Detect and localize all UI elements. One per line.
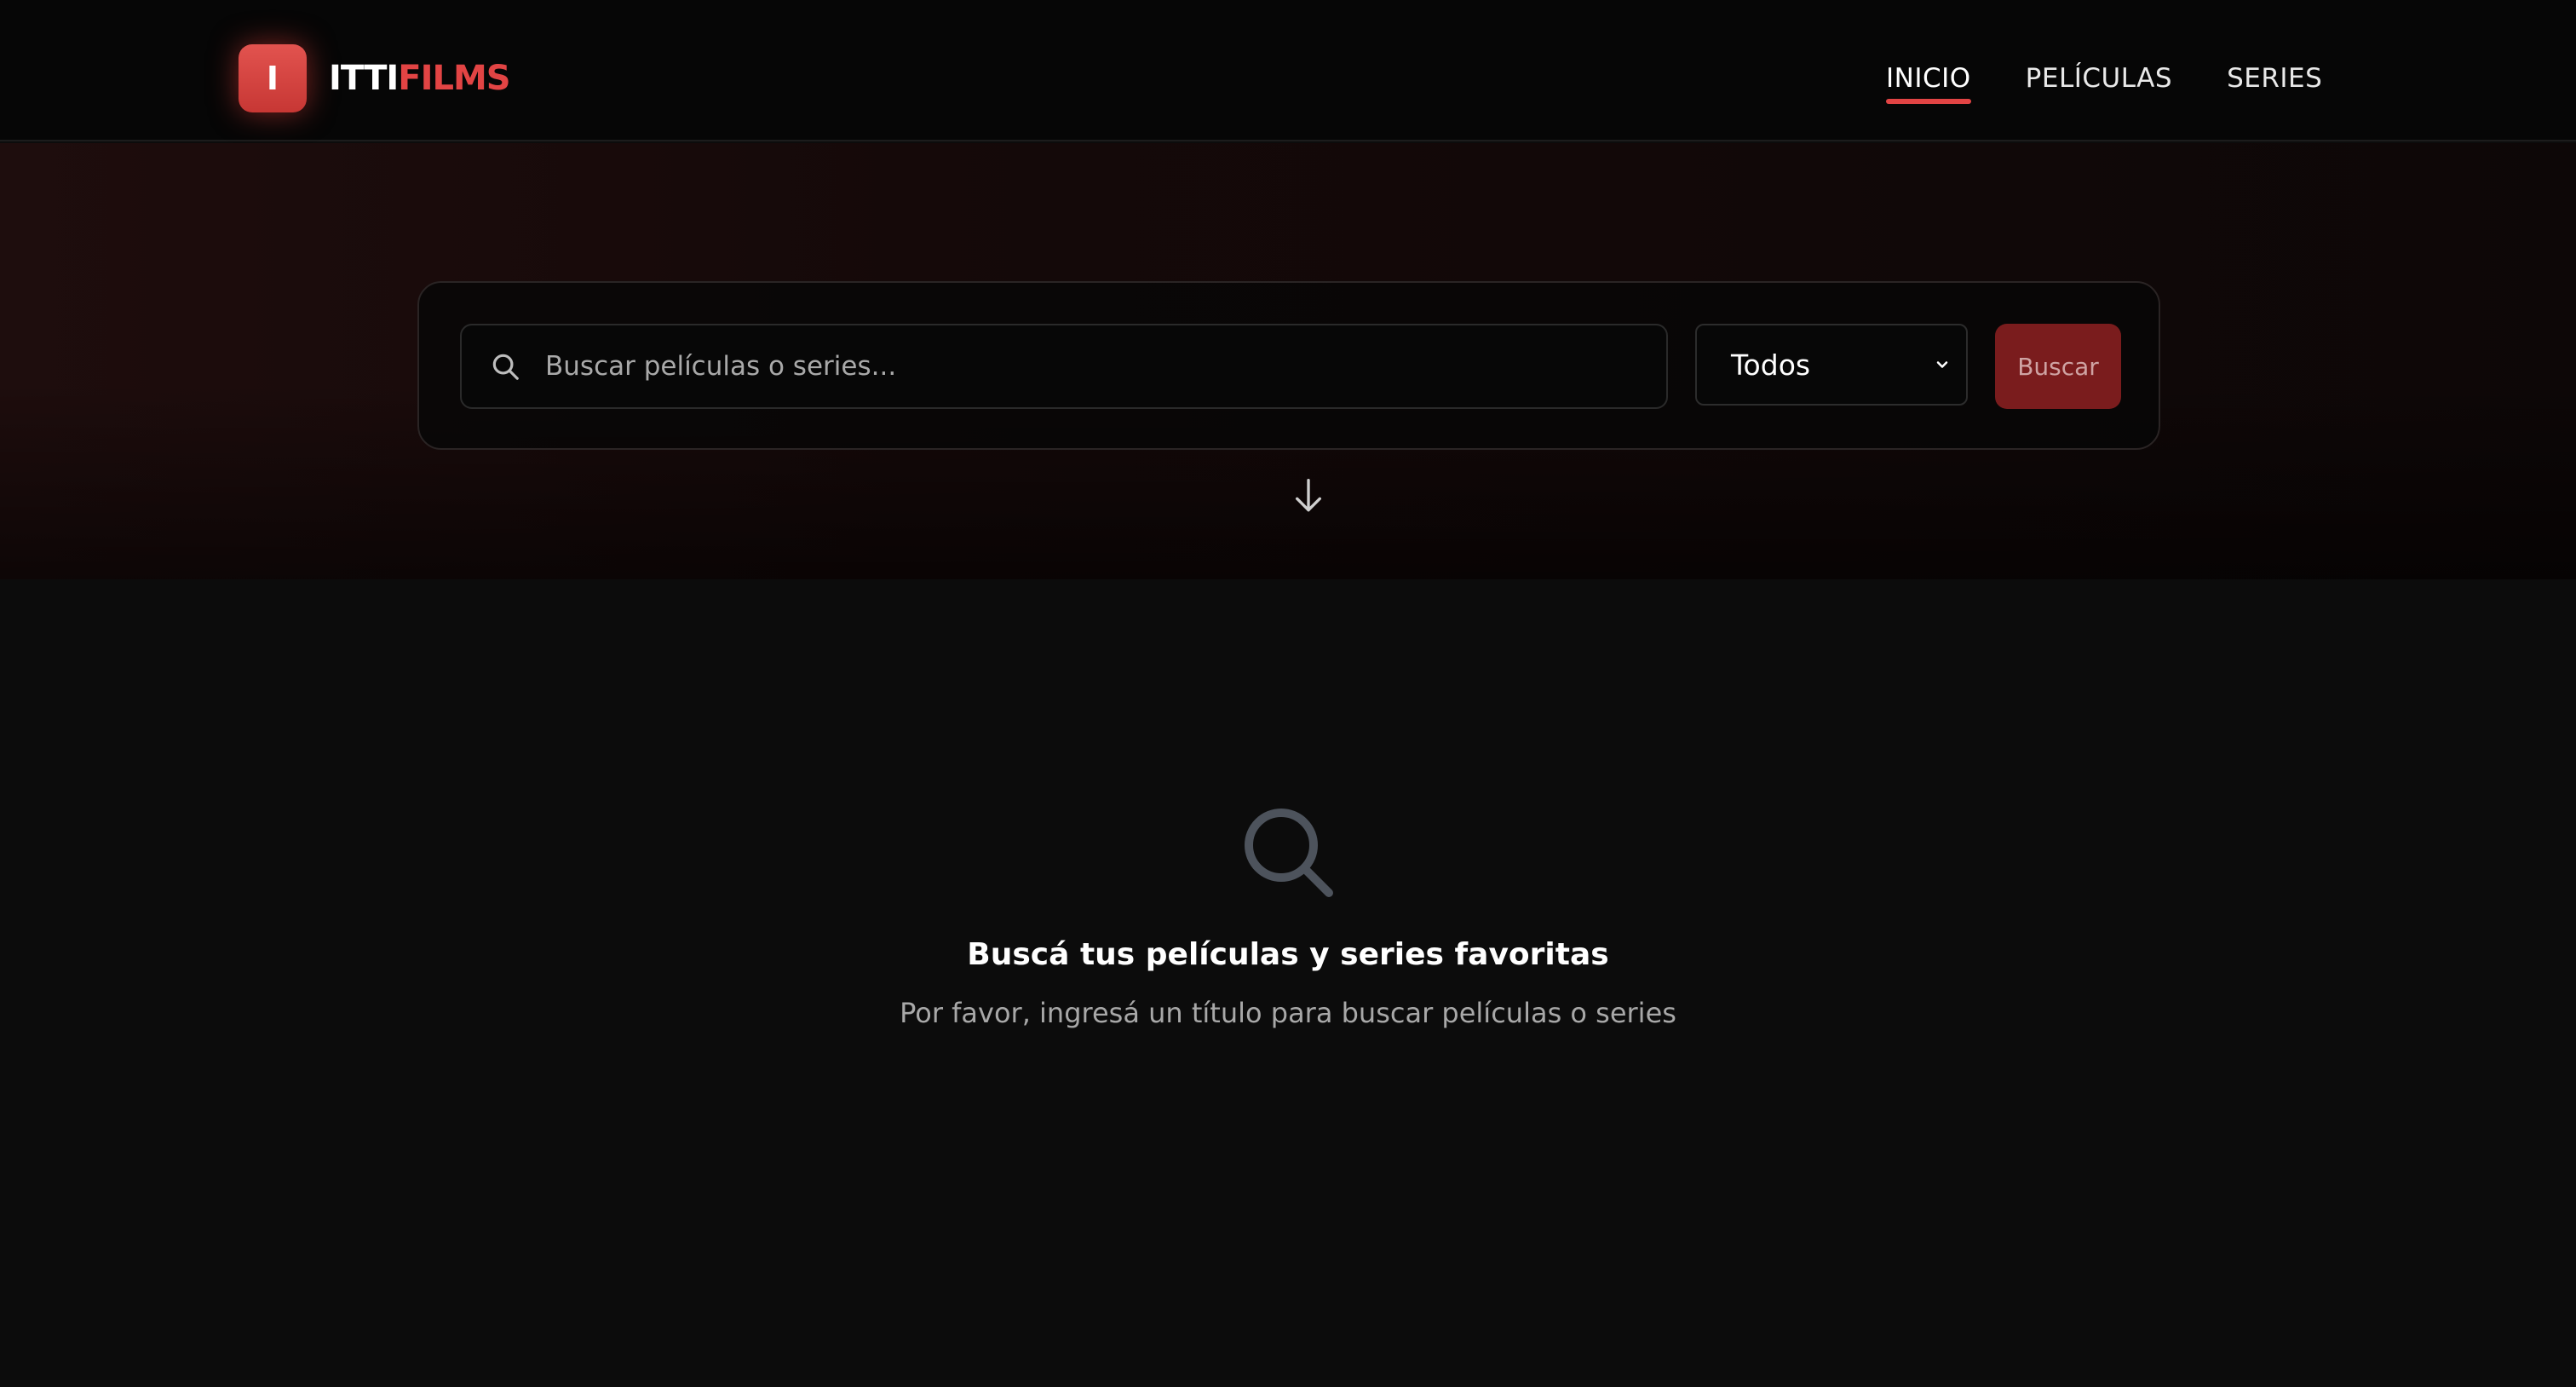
brand-name-part1: ITTI (329, 59, 399, 98)
nav-item-inicio[interactable]: INICIO (1886, 63, 1971, 104)
brand-badge-icon: I (239, 44, 307, 112)
type-select-value: Todos (1731, 348, 1811, 382)
search-icon (492, 354, 519, 380)
chevron-down-icon (1936, 361, 1948, 368)
search-icon (1245, 809, 1333, 897)
nav-item-series[interactable]: SERIES (2227, 63, 2322, 94)
search-hero: Todos Buscar (0, 143, 2576, 579)
empty-state-subtitle: Por favor, ingresá un título para buscar… (900, 997, 1676, 1029)
type-select[interactable]: Todos (1695, 324, 1968, 406)
search-field[interactable] (460, 324, 1668, 409)
brand-name-part2: FILMS (398, 59, 510, 98)
empty-state: Buscá tus películas y series favoritas P… (0, 579, 2576, 1387)
arrow-down-icon[interactable] (1291, 475, 1325, 516)
nav-item-peliculas[interactable]: PELÍCULAS (2026, 63, 2172, 94)
brand-logo[interactable]: I ITTIFILMS (239, 44, 511, 112)
main-nav: INICIO PELÍCULAS SERIES (1886, 56, 2322, 104)
brand-name: ITTIFILMS (329, 59, 511, 98)
empty-state-title: Buscá tus películas y series favoritas (967, 937, 1609, 972)
search-input[interactable] (543, 325, 1666, 407)
brand-badge-letter: I (266, 60, 279, 97)
search-panel: Todos Buscar (417, 281, 2160, 450)
top-navigation-bar: I ITTIFILMS INICIO PELÍCULAS SERIES (0, 0, 2576, 141)
search-button[interactable]: Buscar (1995, 324, 2121, 409)
